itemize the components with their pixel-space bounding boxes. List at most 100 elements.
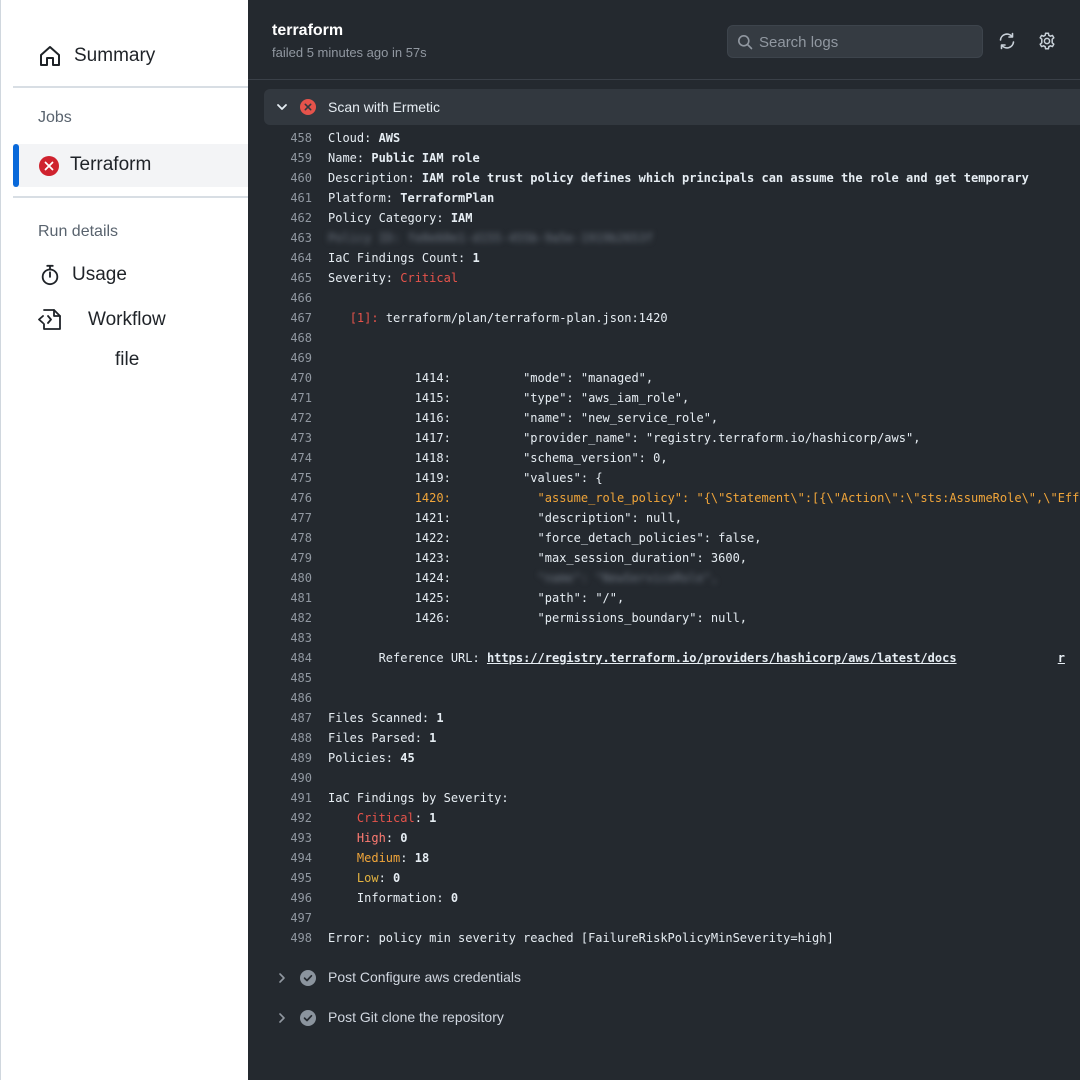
log-token: Information: xyxy=(356,891,451,905)
sidebar-item-workflow-file-line2[interactable]: file xyxy=(115,349,139,371)
sidebar-item-summary[interactable]: Summary xyxy=(38,40,155,72)
line-number[interactable]: 496 xyxy=(264,888,312,908)
step-post-git-clone[interactable]: Post Git clone the repository xyxy=(264,1000,1080,1036)
line-number[interactable]: 470 xyxy=(264,368,312,388)
stopwatch-icon xyxy=(41,264,59,286)
line-number[interactable]: 494 xyxy=(264,848,312,868)
line-number[interactable]: 487 xyxy=(264,708,312,728)
log-line: 469 xyxy=(248,348,1080,368)
log-token: 1 xyxy=(472,251,480,265)
check-circle-fill-icon xyxy=(300,1010,316,1026)
log-text: Policy Category: IAM xyxy=(328,208,473,228)
line-number[interactable]: 466 xyxy=(264,288,312,308)
reference-url-link[interactable]: r xyxy=(1058,651,1065,665)
log-token: 0 xyxy=(393,871,401,885)
line-number[interactable]: 468 xyxy=(264,328,312,348)
log-text: [1]: terraform/plan/terraform-plan.json:… xyxy=(328,308,668,328)
gear-icon[interactable] xyxy=(1038,32,1056,50)
sidebar-item-terraform-job[interactable]: Terraform xyxy=(13,144,249,187)
log-text: Policy ID: fe0e60e1-d155-455b-9a5e-1919b… xyxy=(328,228,653,248)
search-logs-input[interactable] xyxy=(759,32,974,52)
line-number[interactable]: 483 xyxy=(264,628,312,648)
log-line: 471 1415: "type": "aws_iam_role", xyxy=(248,388,1080,408)
log-token: Reference URL: xyxy=(378,651,487,665)
line-number[interactable]: 486 xyxy=(264,688,312,708)
line-number[interactable]: 473 xyxy=(264,428,312,448)
log-token: 1425: "path": "/", xyxy=(414,591,625,605)
line-number[interactable]: 478 xyxy=(264,528,312,548)
line-number[interactable]: 476 xyxy=(264,488,312,508)
log-line: 462 Policy Category: IAM xyxy=(248,208,1080,228)
log-text: 1419: "values": { xyxy=(328,468,603,488)
refresh-icon[interactable] xyxy=(998,32,1016,50)
log-line: 484 Reference URL: https://registry.terr… xyxy=(248,648,1080,668)
line-number[interactable]: 463 xyxy=(264,228,312,248)
line-number[interactable]: 469 xyxy=(264,348,312,368)
line-number[interactable]: 493 xyxy=(264,828,312,848)
log-line: 478 1422: "force_detach_policies": false… xyxy=(248,528,1080,548)
line-number[interactable]: 484 xyxy=(264,648,312,668)
line-number[interactable]: 497 xyxy=(264,908,312,928)
step-post-configure-aws-credentials[interactable]: Post Configure aws credentials xyxy=(264,960,1080,996)
step-label: Post Configure aws credentials xyxy=(328,969,521,985)
log-line: 476 1420: "assume_role_policy": "{\"Stat… xyxy=(248,488,1080,508)
line-number[interactable]: 482 xyxy=(264,608,312,628)
log-text: Name: Public IAM role xyxy=(328,148,480,168)
line-number[interactable]: 498 xyxy=(264,928,312,948)
line-number[interactable]: 472 xyxy=(264,408,312,428)
log-token: High xyxy=(356,831,386,845)
line-number[interactable]: 458 xyxy=(264,128,312,148)
line-number[interactable]: 462 xyxy=(264,208,312,228)
line-number[interactable]: 489 xyxy=(264,748,312,768)
line-number[interactable]: 471 xyxy=(264,388,312,408)
log-token: 1 xyxy=(429,811,437,825)
line-number[interactable]: 475 xyxy=(264,468,312,488)
line-number[interactable]: 477 xyxy=(264,508,312,528)
search-logs-field[interactable] xyxy=(727,25,983,58)
job-status-text: failed 5 minutes ago in 57s xyxy=(272,45,427,60)
step-label: Post Git clone the repository xyxy=(328,1009,504,1025)
search-icon xyxy=(738,35,753,50)
line-number[interactable]: 460 xyxy=(264,168,312,188)
line-number[interactable]: 467 xyxy=(264,308,312,328)
chevron-right-icon xyxy=(279,973,285,983)
line-number[interactable]: 481 xyxy=(264,588,312,608)
log-token: 1414: "mode": "managed", xyxy=(414,371,654,385)
sidebar-item-workflow-file[interactable]: Workflow xyxy=(88,309,166,331)
sidebar-divider xyxy=(13,86,249,88)
log-token: : xyxy=(385,831,401,845)
line-number[interactable]: 465 xyxy=(264,268,312,288)
log-text: 1424: "name": "NewServiceRole", xyxy=(328,568,718,588)
file-code-icon[interactable] xyxy=(38,309,62,331)
line-number[interactable]: 461 xyxy=(264,188,312,208)
log-line: 465 Severity: Critical xyxy=(248,268,1080,288)
line-number[interactable]: 488 xyxy=(264,728,312,748)
step-scan-with-ermetic[interactable]: Scan with Ermetic xyxy=(264,89,1080,125)
line-number[interactable]: 464 xyxy=(264,248,312,268)
log-token: 1415: "type": "aws_iam_role", xyxy=(414,391,690,405)
log-line: 498 Error: policy min severity reached [F… xyxy=(248,928,1080,948)
line-number[interactable]: 485 xyxy=(264,668,312,688)
reference-url-link[interactable]: https://registry.terraform.io/providers/… xyxy=(487,651,957,665)
line-number[interactable]: 480 xyxy=(264,568,312,588)
line-number[interactable]: 459 xyxy=(264,148,312,168)
log-line: 480 1424: "name": "NewServiceRole", xyxy=(248,568,1080,588)
line-number[interactable]: 479 xyxy=(264,548,312,568)
line-number[interactable]: 492 xyxy=(264,808,312,828)
log-text: Information: 0 xyxy=(328,888,458,908)
line-number[interactable]: 490 xyxy=(264,768,312,788)
log-line: 490 xyxy=(248,768,1080,788)
line-number[interactable]: 495 xyxy=(264,868,312,888)
log-text: Cloud: AWS xyxy=(328,128,400,148)
line-number[interactable]: 474 xyxy=(264,448,312,468)
home-icon xyxy=(40,46,60,66)
log-line: 475 1419: "values": { xyxy=(248,468,1080,488)
log-token: "name": "NewServiceRole", xyxy=(537,571,719,585)
log-token: IAM role trust policy defines which prin… xyxy=(421,171,1029,185)
line-number[interactable]: 491 xyxy=(264,788,312,808)
sidebar-item-usage[interactable]: Usage xyxy=(39,262,127,288)
log-line: 467 [1]: terraform/plan/terraform-plan.j… xyxy=(248,308,1080,328)
log-token: Public IAM role xyxy=(371,151,480,165)
log-line: 481 1425: "path": "/", xyxy=(248,588,1080,608)
log-token: 1418: "schema_version": 0, xyxy=(414,451,668,465)
